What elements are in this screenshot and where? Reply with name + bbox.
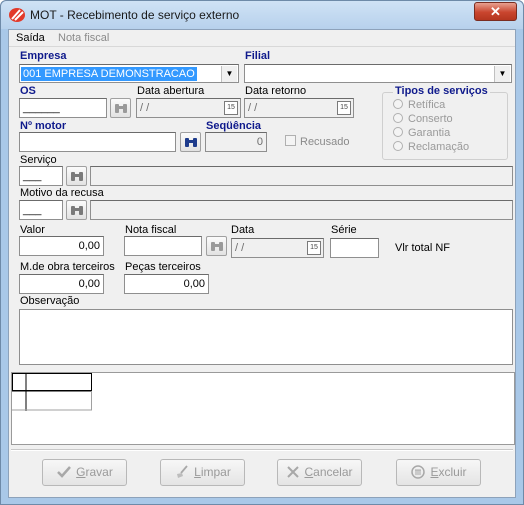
servico-code-input[interactable]: ___ — [19, 166, 63, 186]
vlr-total-nf-label: Vlr total NF — [395, 242, 451, 254]
filial-label: Filial — [245, 50, 271, 62]
divider — [11, 449, 513, 451]
observacao-label: Observação — [20, 295, 80, 307]
close-icon: ✕ — [490, 4, 501, 19]
radio-icon — [393, 113, 403, 123]
cancelar-label: ancelar — [313, 465, 353, 479]
cancelar-button[interactable]: Cancelar — [277, 459, 362, 486]
menu-nota-fiscal[interactable]: Nota fiscal — [58, 32, 109, 44]
gravar-label: ravar — [85, 465, 113, 479]
menu-saida[interactable]: Saída — [16, 32, 45, 44]
motivo-label: Motivo da recusa — [20, 187, 104, 199]
os-input[interactable]: ______ — [19, 98, 107, 118]
app-logo-icon — [9, 8, 25, 22]
os-label: OS — [20, 85, 36, 97]
filial-combobox[interactable]: ▼ — [244, 64, 512, 83]
radio-conserto-label: Conserto — [408, 113, 453, 125]
recusado-label: Recusado — [300, 136, 350, 148]
binoculars-icon — [71, 172, 83, 181]
data-retorno-value: / / — [248, 102, 258, 114]
cancelar-accel: C — [304, 465, 314, 479]
pecas-input[interactable]: 0,00 — [124, 274, 209, 294]
excluir-button[interactable]: Excluir — [396, 459, 481, 486]
radio-icon — [393, 141, 403, 151]
tipos-servicos-title: Tipos de serviços — [393, 85, 490, 97]
form-client-area: Saída Nota fiscal Empresa 001 EMPRESA DE… — [8, 29, 516, 498]
radio-retifica-label: Retífica — [408, 99, 446, 111]
excluir-label: xcluir — [438, 465, 467, 479]
mao-obra-label: M.de obra terceiros — [20, 261, 115, 273]
data-input[interactable]: / / 15 — [231, 238, 324, 258]
broom-icon — [177, 465, 188, 478]
servico-search-button[interactable] — [66, 166, 87, 186]
radio-icon — [393, 99, 403, 109]
grid-cells — [12, 373, 92, 411]
data-value: / / — [235, 242, 245, 254]
empresa-combobox[interactable]: 001 EMPRESA DEMONSTRACAO ▼ — [19, 64, 239, 83]
calendar-icon[interactable]: 15 — [224, 101, 238, 115]
motor-label: Nº motor — [20, 120, 67, 132]
binoculars-icon — [185, 138, 197, 147]
close-window-button[interactable]: ✕ — [474, 2, 517, 21]
chevron-down-icon[interactable]: ▼ — [494, 66, 510, 82]
chevron-down-icon[interactable]: ▼ — [221, 66, 237, 82]
checkmark-icon — [57, 466, 72, 478]
limpar-button[interactable]: Limpar — [160, 459, 245, 486]
radio-conserto[interactable]: Conserto — [393, 113, 453, 125]
calendar-icon[interactable]: 15 — [337, 101, 351, 115]
motivo-search-button[interactable] — [66, 200, 87, 220]
empresa-label: Empresa — [20, 50, 67, 62]
excluir-accel: E — [430, 465, 439, 479]
motivo-code-input[interactable]: ___ — [19, 200, 63, 220]
nota-fiscal-input[interactable] — [124, 236, 202, 256]
title-bar[interactable]: MOT - Recebimento de serviço externo ✕ — [1, 1, 523, 29]
gravar-button[interactable]: Gravar — [42, 459, 127, 486]
data-abertura-input[interactable]: / / 15 — [136, 98, 241, 118]
os-search-button[interactable] — [110, 98, 131, 118]
valor-label: Valor — [20, 224, 45, 236]
radio-garantia-label: Garantia — [408, 127, 451, 139]
servico-description — [90, 166, 513, 186]
motor-input[interactable] — [19, 132, 176, 152]
checkbox-icon — [285, 135, 296, 146]
limpar-label: impar — [200, 465, 231, 479]
sequencia-label: Seqüência — [206, 120, 262, 132]
window-title: MOT - Recebimento de serviço externo — [30, 8, 240, 22]
radio-reclamacao-label: Reclamação — [408, 141, 470, 153]
data-abertura-value: / / — [140, 102, 150, 114]
delete-icon — [411, 465, 426, 479]
radio-reclamacao[interactable]: Reclamação — [393, 141, 469, 153]
nota-fiscal-search-button[interactable] — [206, 236, 227, 256]
x-icon — [287, 466, 300, 478]
nota-fiscal-label: Nota fiscal — [125, 224, 177, 236]
data-retorno-label: Data retorno — [245, 85, 307, 97]
recusado-checkbox[interactable]: Recusado — [285, 135, 350, 148]
items-grid[interactable] — [11, 372, 515, 445]
sequencia-input[interactable]: 0 — [205, 132, 267, 152]
menu-bar: Saída Nota fiscal — [9, 30, 515, 47]
serie-input[interactable] — [330, 238, 379, 258]
binoculars-icon — [115, 104, 127, 113]
serie-label: Série — [331, 224, 357, 236]
calendar-icon[interactable]: 15 — [307, 241, 321, 255]
servico-label: Serviço — [20, 154, 57, 166]
observacao-textarea[interactable] — [19, 309, 513, 365]
motivo-description — [90, 200, 513, 220]
data-abertura-label: Data abertura — [137, 85, 205, 97]
mao-obra-input[interactable]: 0,00 — [19, 274, 104, 294]
data-label: Data — [231, 224, 255, 236]
motor-search-button[interactable] — [180, 132, 201, 152]
limpar-accel: L — [194, 465, 201, 479]
data-retorno-input[interactable]: / / 15 — [244, 98, 354, 118]
pecas-label: Peças terceiros — [125, 261, 201, 273]
valor-input[interactable]: 0,00 — [19, 236, 104, 256]
empresa-selected-value: 001 EMPRESA DEMONSTRACAO — [21, 67, 197, 81]
gravar-accel: G — [76, 465, 86, 479]
radio-garantia[interactable]: Garantia — [393, 127, 450, 139]
app-window: MOT - Recebimento de serviço externo ✕ S… — [0, 0, 524, 505]
binoculars-icon — [211, 242, 223, 251]
radio-retifica[interactable]: Retífica — [393, 99, 445, 111]
binoculars-icon — [71, 206, 83, 215]
radio-icon — [393, 127, 403, 137]
